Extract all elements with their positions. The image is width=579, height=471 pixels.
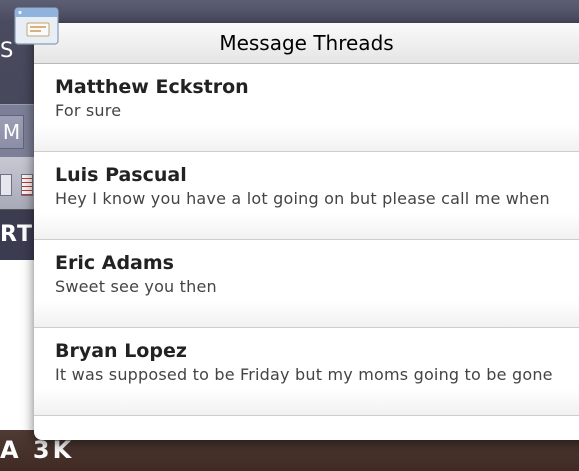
thread-preview-text: For sure: [55, 101, 122, 120]
thread-sender-name: Matthew Eckstron: [55, 76, 249, 98]
thread-item[interactable]: Bryan Lopez It was supposed to be Friday…: [34, 328, 579, 416]
background-label-s: S: [0, 38, 14, 62]
toolbar-calendar-icon[interactable]: [21, 174, 33, 196]
popover-title: Message Threads: [219, 31, 394, 55]
thread-preview-text: Hey I know you have a lot going on but p…: [55, 189, 550, 208]
window-icon[interactable]: [14, 7, 59, 45]
popover-header: Message Threads: [34, 23, 579, 64]
message-threads-popover: Message Threads Matthew Eckstron For sur…: [34, 23, 579, 440]
toolbar-document-icon[interactable]: [0, 174, 12, 196]
thread-item[interactable]: Matthew Eckstron For sure: [34, 64, 579, 152]
thread-preview-text: It was supposed to be Friday but my moms…: [55, 365, 553, 384]
thread-preview-text: Sweet see you then: [55, 277, 217, 296]
thread-sender-name: Bryan Lopez: [55, 340, 187, 362]
background-label-rt: RT: [0, 210, 34, 260]
thread-sender-name: Eric Adams: [55, 252, 174, 274]
thread-item[interactable]: Luis Pascual Hey I know you have a lot g…: [34, 152, 579, 240]
background-top-bar: [0, 0, 579, 23]
thread-item[interactable]: Eric Adams Sweet see you then: [34, 240, 579, 328]
thread-sender-name: Luis Pascual: [55, 164, 187, 186]
thread-list[interactable]: Matthew Eckstron For sure Luis Pascual H…: [34, 64, 579, 440]
background-tab-m[interactable]: M: [0, 115, 24, 149]
